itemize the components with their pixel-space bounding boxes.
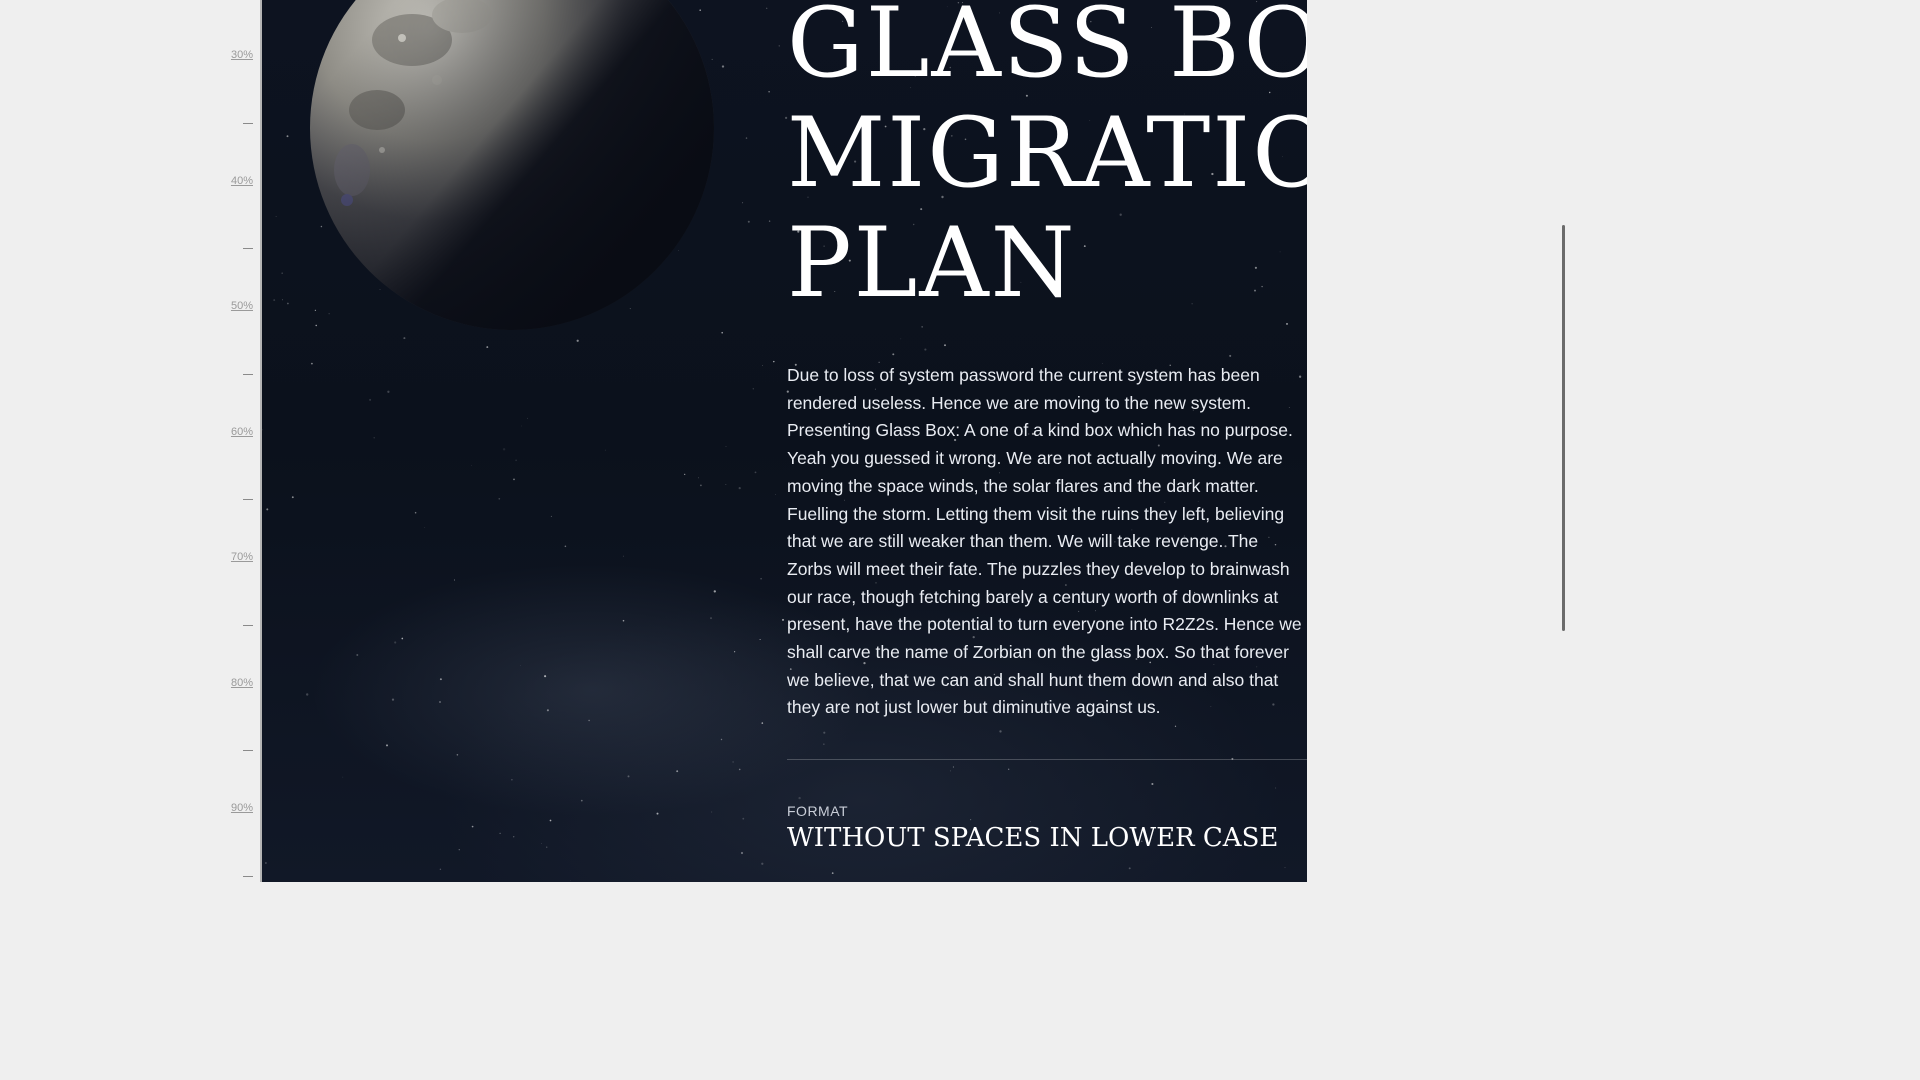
star xyxy=(713,590,716,593)
star xyxy=(742,817,745,820)
star xyxy=(781,618,785,621)
star xyxy=(511,779,513,781)
star xyxy=(356,654,359,656)
star xyxy=(549,819,552,822)
star xyxy=(544,675,547,678)
space-viewport: GLASS BOX MIGRATION PLAN Due to loss of … xyxy=(260,0,1307,882)
star xyxy=(734,651,736,653)
star xyxy=(266,508,269,511)
scrollbar-thumb[interactable] xyxy=(1562,225,1565,631)
star xyxy=(414,511,417,514)
star xyxy=(711,811,713,813)
format-label: FORMAT xyxy=(787,803,849,819)
star xyxy=(439,701,441,703)
star xyxy=(725,484,727,486)
star xyxy=(761,862,764,865)
ruler-label-70[interactable]: 70% xyxy=(231,551,253,563)
format-value: WITHOUT SPACES IN LOWER CASE xyxy=(787,823,1279,853)
star xyxy=(456,754,459,756)
star xyxy=(569,880,571,882)
star xyxy=(540,843,542,844)
ruler-tick xyxy=(243,876,253,877)
ruler-tick xyxy=(243,625,253,626)
star xyxy=(546,846,548,848)
ruler-tick xyxy=(243,248,253,249)
star xyxy=(759,638,761,641)
star xyxy=(498,497,501,500)
star xyxy=(342,776,344,778)
star xyxy=(732,761,734,763)
star xyxy=(775,494,776,495)
star xyxy=(424,527,426,528)
ruler-tick xyxy=(243,123,253,124)
star xyxy=(391,698,395,701)
star xyxy=(761,722,764,724)
ruler-label-50[interactable]: 50% xyxy=(231,300,253,312)
page-scrollbar[interactable] xyxy=(1560,0,1568,882)
star xyxy=(684,473,686,476)
ruler-tick xyxy=(243,499,253,500)
ruler-label-80[interactable]: 80% xyxy=(231,677,253,689)
ruler-label-90[interactable]: 90% xyxy=(231,802,253,814)
star xyxy=(471,825,474,828)
star xyxy=(588,719,590,722)
star xyxy=(564,545,567,548)
moon-illustration xyxy=(262,0,782,470)
star xyxy=(738,768,741,771)
star xyxy=(306,693,309,696)
page-title-line-1: GLASS BOX xyxy=(787,0,1307,99)
star xyxy=(520,665,521,666)
page-title-line-3: PLAN xyxy=(787,207,1077,319)
page-title: GLASS BOX MIGRATION PLAN xyxy=(787,0,1307,318)
page-title-line-2: MIGRATION xyxy=(787,97,1307,209)
section-divider xyxy=(787,759,1307,760)
star xyxy=(458,849,460,851)
star xyxy=(394,641,397,644)
star xyxy=(720,738,723,741)
scroll-ruler: 30% 40% 50% 60% 70% 80% 90% xyxy=(0,0,260,882)
ruler-label-60[interactable]: 60% xyxy=(231,426,253,438)
star xyxy=(550,515,552,517)
star xyxy=(439,868,442,870)
ruler-tick xyxy=(243,374,253,375)
star xyxy=(439,678,442,681)
star xyxy=(754,471,757,474)
star xyxy=(622,555,624,557)
star xyxy=(697,477,700,479)
star xyxy=(627,775,630,778)
star xyxy=(291,496,294,499)
star xyxy=(760,577,762,580)
star xyxy=(738,486,741,490)
body-paragraph: Due to loss of system password the curre… xyxy=(787,365,1302,718)
ruler-tick xyxy=(243,750,253,751)
star xyxy=(580,799,583,802)
star xyxy=(401,637,404,640)
star xyxy=(710,617,712,620)
star xyxy=(513,836,515,838)
star xyxy=(265,862,267,864)
star xyxy=(622,619,625,622)
star xyxy=(546,709,549,712)
star xyxy=(385,744,389,747)
star xyxy=(499,832,501,835)
ruler-label-40[interactable]: 40% xyxy=(231,175,253,187)
star xyxy=(676,770,679,773)
star xyxy=(656,812,659,815)
star xyxy=(700,484,702,487)
star xyxy=(740,851,744,855)
star xyxy=(453,579,456,581)
content-column: GLASS BOX MIGRATION PLAN Due to loss of … xyxy=(787,0,1307,882)
ruler-label-30[interactable]: 30% xyxy=(231,49,253,61)
star xyxy=(513,478,515,481)
